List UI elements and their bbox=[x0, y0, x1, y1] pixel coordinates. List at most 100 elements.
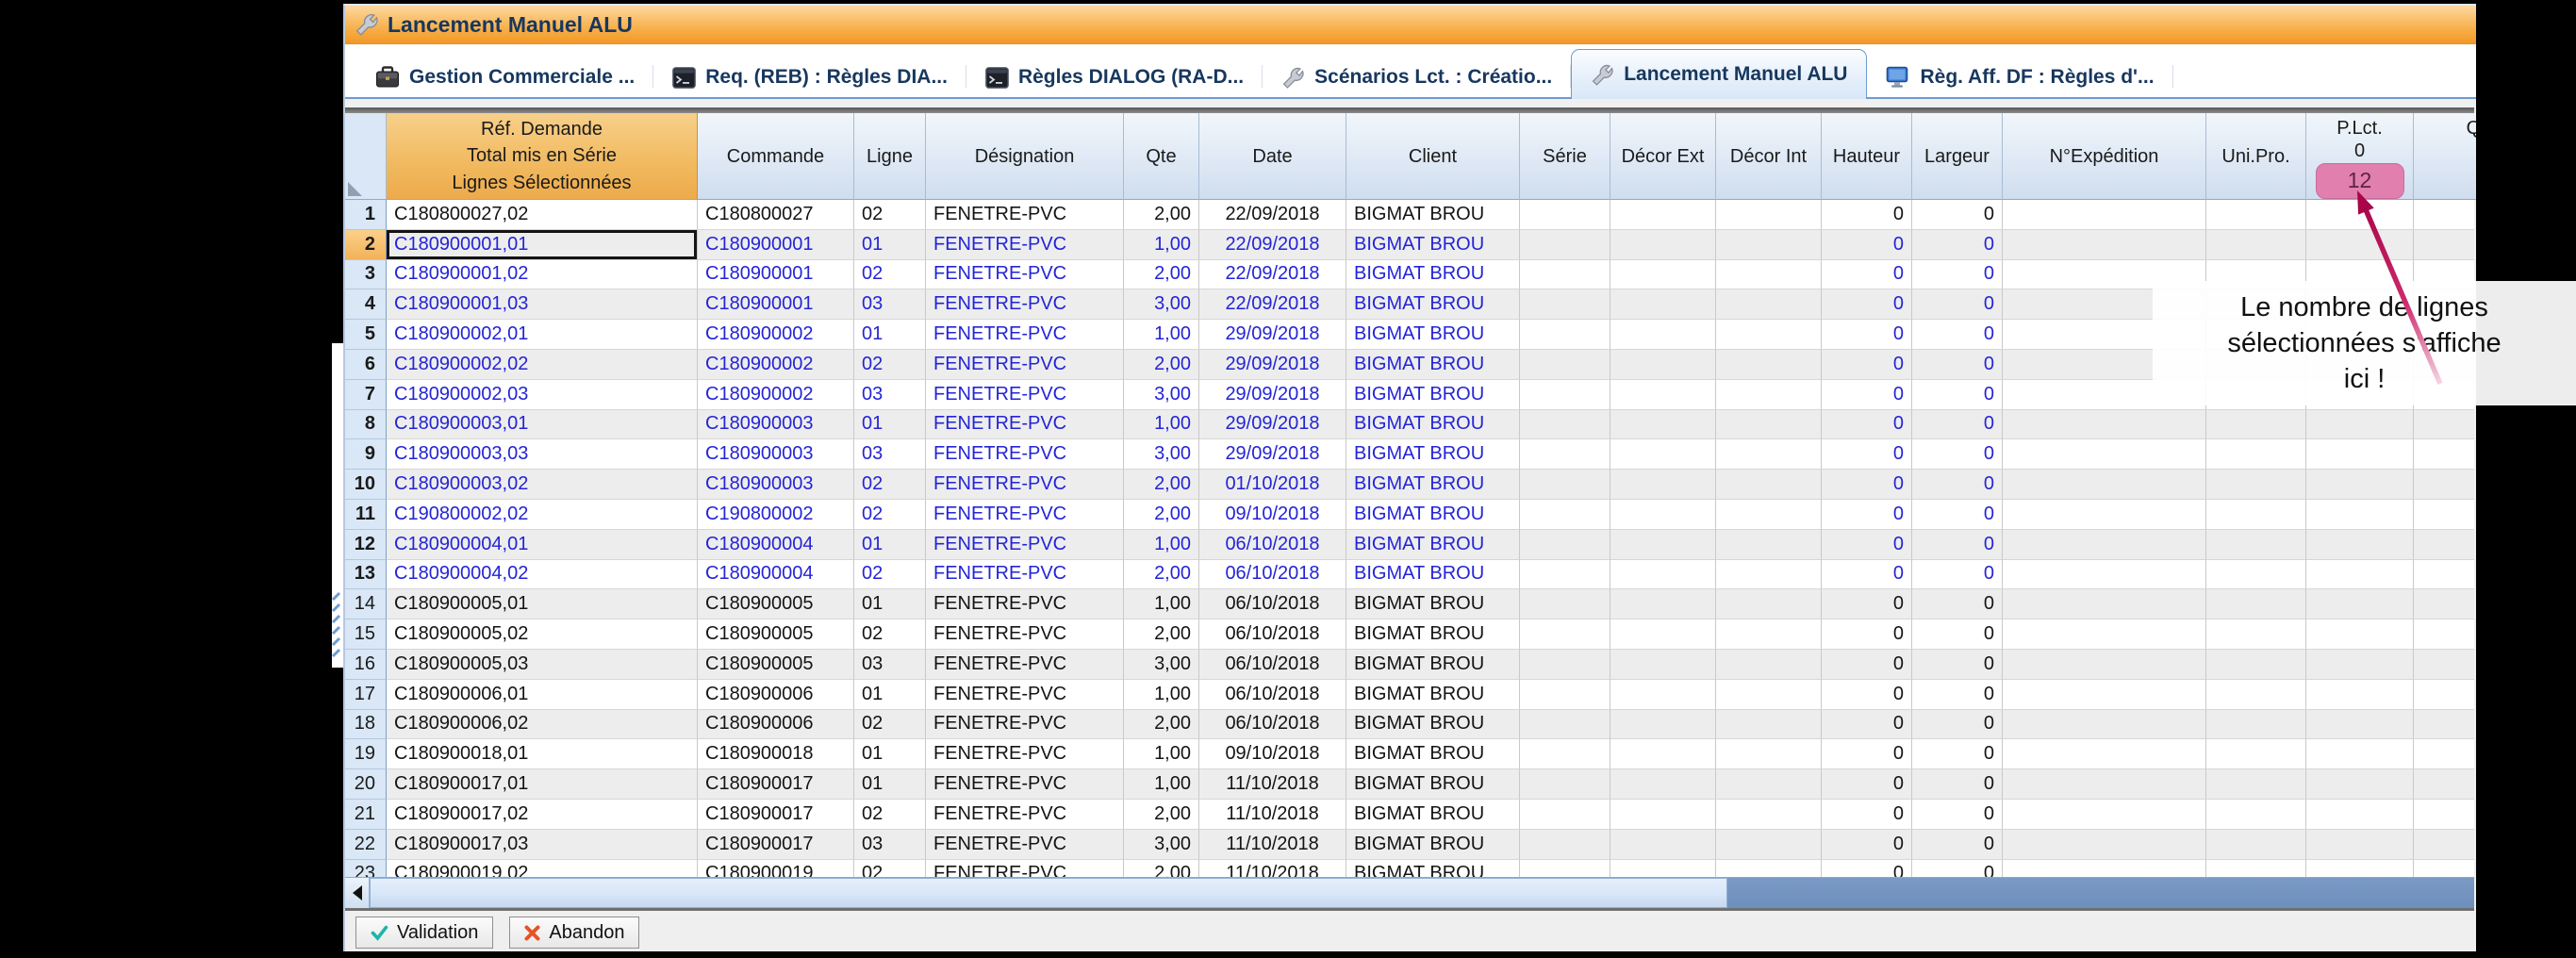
cell-qte[interactable]: 1,00 bbox=[1124, 680, 1199, 710]
cell-decor-ext[interactable] bbox=[1610, 500, 1716, 530]
cell-qte-val[interactable] bbox=[2414, 230, 2474, 260]
cell-ligne[interactable]: 01 bbox=[854, 769, 926, 800]
row-number-cell[interactable]: 16 bbox=[345, 650, 387, 680]
cell-unipro[interactable] bbox=[2206, 200, 2306, 230]
cell-decor-ext[interactable] bbox=[1610, 350, 1716, 380]
cell-qte[interactable]: 2,00 bbox=[1124, 470, 1199, 500]
cell-largeur[interactable]: 0 bbox=[1912, 680, 2003, 710]
row-number-cell[interactable]: 2 bbox=[345, 230, 387, 260]
cell-qte[interactable]: 3,00 bbox=[1124, 650, 1199, 680]
cell-serie[interactable] bbox=[1520, 560, 1610, 590]
cell-designation[interactable]: FENETRE-PVC bbox=[926, 739, 1124, 769]
cell-commande[interactable]: C180900005 bbox=[698, 589, 854, 619]
cell-client[interactable]: BIGMAT BROU bbox=[1346, 500, 1520, 530]
cell-expedition[interactable] bbox=[2003, 470, 2206, 500]
cell-unipro[interactable] bbox=[2206, 619, 2306, 650]
cell-commande[interactable]: C180900005 bbox=[698, 650, 854, 680]
cell-largeur[interactable]: 0 bbox=[1912, 710, 2003, 740]
cell-unipro[interactable] bbox=[2206, 470, 2306, 500]
cell-ref[interactable]: C180900005,03 bbox=[387, 650, 698, 680]
cell-largeur[interactable]: 0 bbox=[1912, 589, 2003, 619]
cell-expedition[interactable] bbox=[2003, 860, 2206, 877]
cell-decor-ext[interactable] bbox=[1610, 769, 1716, 800]
cell-ligne[interactable]: 01 bbox=[854, 680, 926, 710]
cell-serie[interactable] bbox=[1520, 350, 1610, 380]
scrollbar-track[interactable] bbox=[1727, 878, 2474, 908]
cell-expedition[interactable] bbox=[2003, 619, 2206, 650]
cell-decor-ext[interactable] bbox=[1610, 739, 1716, 769]
cell-client[interactable]: BIGMAT BROU bbox=[1346, 619, 1520, 650]
cell-qte[interactable]: 3,00 bbox=[1124, 380, 1199, 410]
cell-serie[interactable] bbox=[1520, 710, 1610, 740]
cell-date[interactable]: 11/10/2018 bbox=[1199, 830, 1346, 860]
cell-commande[interactable]: C180900002 bbox=[698, 380, 854, 410]
cell-qte-val[interactable] bbox=[2414, 710, 2474, 740]
cell-client[interactable]: BIGMAT BROU bbox=[1346, 710, 1520, 740]
cell-expedition[interactable] bbox=[2003, 439, 2206, 470]
cell-largeur[interactable]: 0 bbox=[1912, 200, 2003, 230]
cell-unipro[interactable] bbox=[2206, 769, 2306, 800]
cell-decor-ext[interactable] bbox=[1610, 470, 1716, 500]
column-header-p-lct[interactable]: P.Lct. 0 12 bbox=[2306, 113, 2414, 200]
cell-hauteur[interactable]: 0 bbox=[1822, 410, 1912, 440]
cell-ligne[interactable]: 02 bbox=[854, 560, 926, 590]
cell-largeur[interactable]: 0 bbox=[1912, 769, 2003, 800]
row-number-cell[interactable]: 20 bbox=[345, 769, 387, 800]
cell-decor-int[interactable] bbox=[1716, 470, 1822, 500]
cell-commande[interactable]: C180900019 bbox=[698, 860, 854, 877]
cell-ligne[interactable]: 02 bbox=[854, 350, 926, 380]
cell-decor-ext[interactable] bbox=[1610, 650, 1716, 680]
cell-commande[interactable]: C180900017 bbox=[698, 830, 854, 860]
cell-largeur[interactable]: 0 bbox=[1912, 289, 2003, 320]
cell-unipro[interactable] bbox=[2206, 650, 2306, 680]
cell-qte[interactable]: 2,00 bbox=[1124, 710, 1199, 740]
cell-largeur[interactable]: 0 bbox=[1912, 739, 2003, 769]
cell-decor-int[interactable] bbox=[1716, 289, 1822, 320]
cell-serie[interactable] bbox=[1520, 470, 1610, 500]
cell-ligne[interactable]: 01 bbox=[854, 410, 926, 440]
cell-designation[interactable]: FENETRE-PVC bbox=[926, 589, 1124, 619]
cell-hauteur[interactable]: 0 bbox=[1822, 589, 1912, 619]
cell-plct-val[interactable] bbox=[2306, 860, 2414, 877]
row-number-cell[interactable]: 19 bbox=[345, 739, 387, 769]
cell-commande[interactable]: C190800002 bbox=[698, 500, 854, 530]
cell-commande[interactable]: C180900006 bbox=[698, 680, 854, 710]
column-header-qte-totals[interactable]: Qté. 0 bbox=[2414, 113, 2476, 200]
cell-hauteur[interactable]: 0 bbox=[1822, 230, 1912, 260]
cell-plct-val[interactable] bbox=[2306, 410, 2414, 440]
tab-req-reb[interactable]: Req. (REB) : Règles DIA... bbox=[653, 56, 966, 99]
cell-qte[interactable]: 1,00 bbox=[1124, 410, 1199, 440]
cell-client[interactable]: BIGMAT BROU bbox=[1346, 650, 1520, 680]
cell-date[interactable]: 06/10/2018 bbox=[1199, 530, 1346, 560]
cell-hauteur[interactable]: 0 bbox=[1822, 260, 1912, 290]
cell-largeur[interactable]: 0 bbox=[1912, 260, 2003, 290]
cell-client[interactable]: BIGMAT BROU bbox=[1346, 589, 1520, 619]
cell-hauteur[interactable]: 0 bbox=[1822, 830, 1912, 860]
cell-hauteur[interactable]: 0 bbox=[1822, 439, 1912, 470]
cell-client[interactable]: BIGMAT BROU bbox=[1346, 769, 1520, 800]
cell-qte-val[interactable] bbox=[2414, 500, 2474, 530]
cell-date[interactable]: 29/09/2018 bbox=[1199, 410, 1346, 440]
cell-designation[interactable]: FENETRE-PVC bbox=[926, 800, 1124, 830]
cell-hauteur[interactable]: 0 bbox=[1822, 470, 1912, 500]
cell-hauteur[interactable]: 0 bbox=[1822, 860, 1912, 877]
cell-ligne[interactable]: 01 bbox=[854, 230, 926, 260]
cell-plct-val[interactable] bbox=[2306, 769, 2414, 800]
cell-client[interactable]: BIGMAT BROU bbox=[1346, 800, 1520, 830]
cell-serie[interactable] bbox=[1520, 439, 1610, 470]
cell-client[interactable]: BIGMAT BROU bbox=[1346, 320, 1520, 350]
tab-gestion-commerciale[interactable]: Gestion Commerciale ... bbox=[356, 56, 653, 99]
cell-client[interactable]: BIGMAT BROU bbox=[1346, 530, 1520, 560]
cell-largeur[interactable]: 0 bbox=[1912, 619, 2003, 650]
cell-decor-int[interactable] bbox=[1716, 830, 1822, 860]
cell-date[interactable]: 22/09/2018 bbox=[1199, 230, 1346, 260]
cell-date[interactable]: 06/10/2018 bbox=[1199, 560, 1346, 590]
cell-qte-val[interactable] bbox=[2414, 439, 2474, 470]
cell-commande[interactable]: C180900005 bbox=[698, 619, 854, 650]
cell-qte-val[interactable] bbox=[2414, 200, 2474, 230]
cell-hauteur[interactable]: 0 bbox=[1822, 560, 1912, 590]
column-header-client[interactable]: Client bbox=[1346, 113, 1520, 200]
cell-qte[interactable]: 1,00 bbox=[1124, 230, 1199, 260]
row-number-cell[interactable]: 12 bbox=[345, 530, 387, 560]
cell-designation[interactable]: FENETRE-PVC bbox=[926, 260, 1124, 290]
